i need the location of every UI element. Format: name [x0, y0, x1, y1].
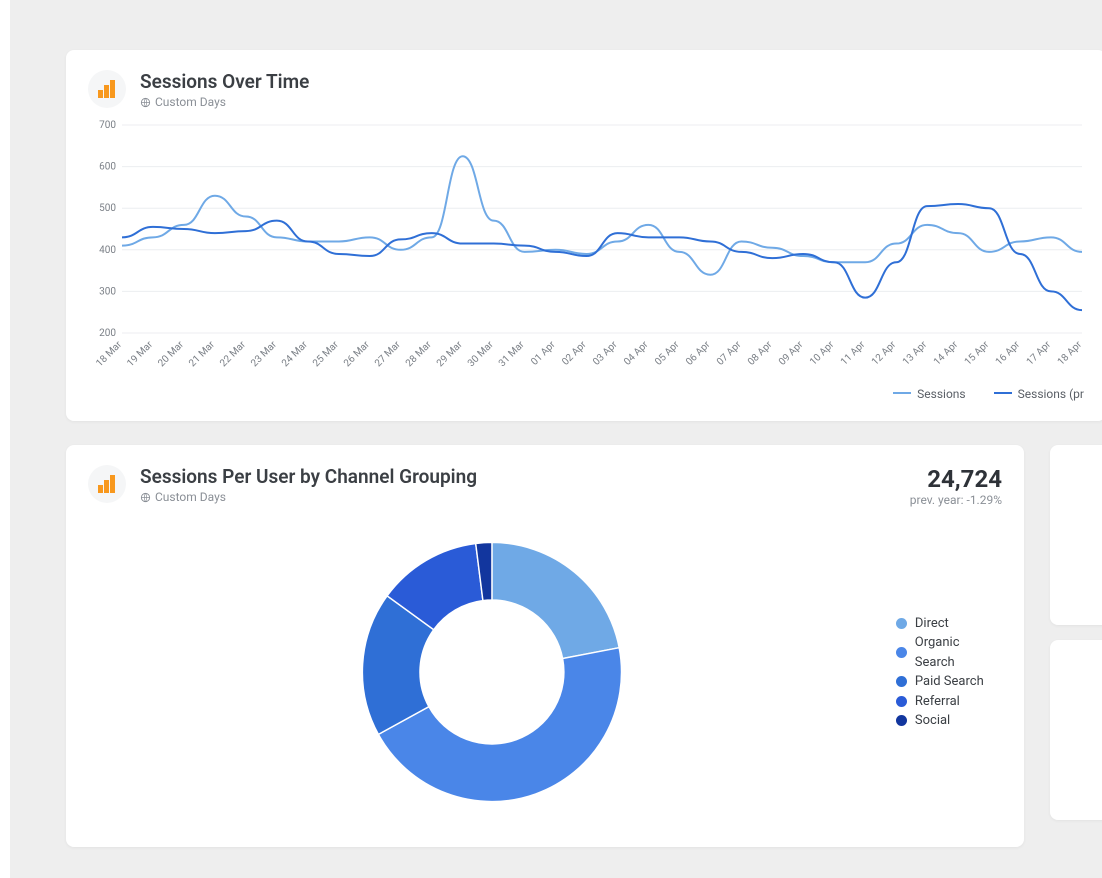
donut-chart[interactable]: [348, 527, 636, 817]
legend-item[interactable]: Sessions: [893, 387, 965, 401]
svg-text:21 Mar: 21 Mar: [187, 339, 217, 369]
side-card-2: [1050, 640, 1102, 820]
svg-text:20 Mar: 20 Mar: [156, 339, 186, 369]
legend-item[interactable]: Direct: [896, 614, 1002, 634]
svg-text:18 Mar: 18 Mar: [94, 339, 124, 369]
legend-item[interactable]: Organic Search: [896, 633, 1002, 672]
card-title: Sessions Over Time: [140, 70, 1084, 93]
analytics-icon: [88, 70, 126, 108]
svg-text:13 Apr: 13 Apr: [901, 339, 930, 368]
svg-text:26 Mar: 26 Mar: [342, 339, 372, 369]
svg-text:19 Mar: 19 Mar: [125, 339, 155, 369]
svg-text:27 Mar: 27 Mar: [373, 339, 403, 369]
svg-text:08 Apr: 08 Apr: [746, 339, 775, 368]
svg-text:24 Mar: 24 Mar: [280, 339, 310, 369]
svg-text:600: 600: [99, 162, 116, 173]
svg-text:09 Apr: 09 Apr: [777, 339, 806, 368]
side-card-1: [1050, 445, 1102, 625]
svg-text:400: 400: [99, 245, 116, 256]
svg-text:06 Apr: 06 Apr: [684, 339, 713, 368]
svg-text:16 Apr: 16 Apr: [994, 339, 1023, 368]
legend-item[interactable]: Referral: [896, 692, 1002, 712]
globe-icon: [140, 97, 151, 108]
card-sessions-per-user: Sessions Per User by Channel Grouping Cu…: [66, 445, 1024, 847]
card-title: Sessions Per User by Channel Grouping: [140, 465, 896, 488]
line-chart-legend: Sessions Sessions (pr: [88, 383, 1084, 401]
metric-prev-year: prev. year: -1.29%: [910, 493, 1002, 507]
svg-text:10 Apr: 10 Apr: [808, 339, 837, 368]
legend-item[interactable]: Sessions (pr: [994, 387, 1084, 401]
legend-item[interactable]: Paid Search: [896, 672, 1002, 692]
card-sessions-over-time: Sessions Over Time Custom Days 200 300 400…: [66, 50, 1102, 421]
metric-total: 24,724: [910, 465, 1002, 493]
svg-text:03 Apr: 03 Apr: [591, 339, 620, 368]
sidebar-stub: [0, 0, 10, 878]
svg-text:11 Apr: 11 Apr: [839, 339, 868, 368]
legend-item[interactable]: Social: [896, 711, 1002, 731]
svg-text:15 Apr: 15 Apr: [963, 339, 992, 368]
card-subtitle: Custom Days: [140, 490, 896, 504]
line-chart[interactable]: 200 300 400 500 600 700 18 Mar19 Mar20 Mar21 M…: [88, 119, 1084, 383]
svg-text:01 Apr: 01 Apr: [529, 339, 558, 368]
svg-text:14 Apr: 14 Apr: [932, 339, 961, 368]
svg-text:25 Mar: 25 Mar: [311, 339, 341, 369]
svg-text:07 Apr: 07 Apr: [715, 339, 744, 368]
svg-text:02 Apr: 02 Apr: [560, 339, 589, 368]
donut-legend: DirectOrganic SearchPaid SearchReferralS…: [896, 614, 1002, 731]
svg-text:04 Apr: 04 Apr: [622, 339, 651, 368]
svg-text:22 Mar: 22 Mar: [218, 339, 248, 369]
svg-text:30 Mar: 30 Mar: [466, 339, 496, 369]
svg-text:31 Mar: 31 Mar: [497, 339, 527, 369]
svg-text:29 Mar: 29 Mar: [435, 339, 465, 369]
svg-text:500: 500: [99, 203, 116, 214]
analytics-icon: [88, 465, 126, 503]
svg-text:23 Mar: 23 Mar: [249, 339, 279, 369]
svg-text:200: 200: [99, 328, 116, 339]
svg-text:28 Mar: 28 Mar: [404, 339, 434, 369]
svg-text:05 Apr: 05 Apr: [653, 339, 682, 368]
svg-text:18 Apr: 18 Apr: [1056, 339, 1085, 368]
card-subtitle: Custom Days: [140, 95, 1084, 109]
svg-text:700: 700: [99, 120, 116, 131]
svg-text:300: 300: [99, 286, 116, 297]
svg-text:17 Apr: 17 Apr: [1025, 339, 1054, 368]
svg-text:12 Apr: 12 Apr: [870, 339, 899, 368]
globe-icon: [140, 492, 151, 503]
